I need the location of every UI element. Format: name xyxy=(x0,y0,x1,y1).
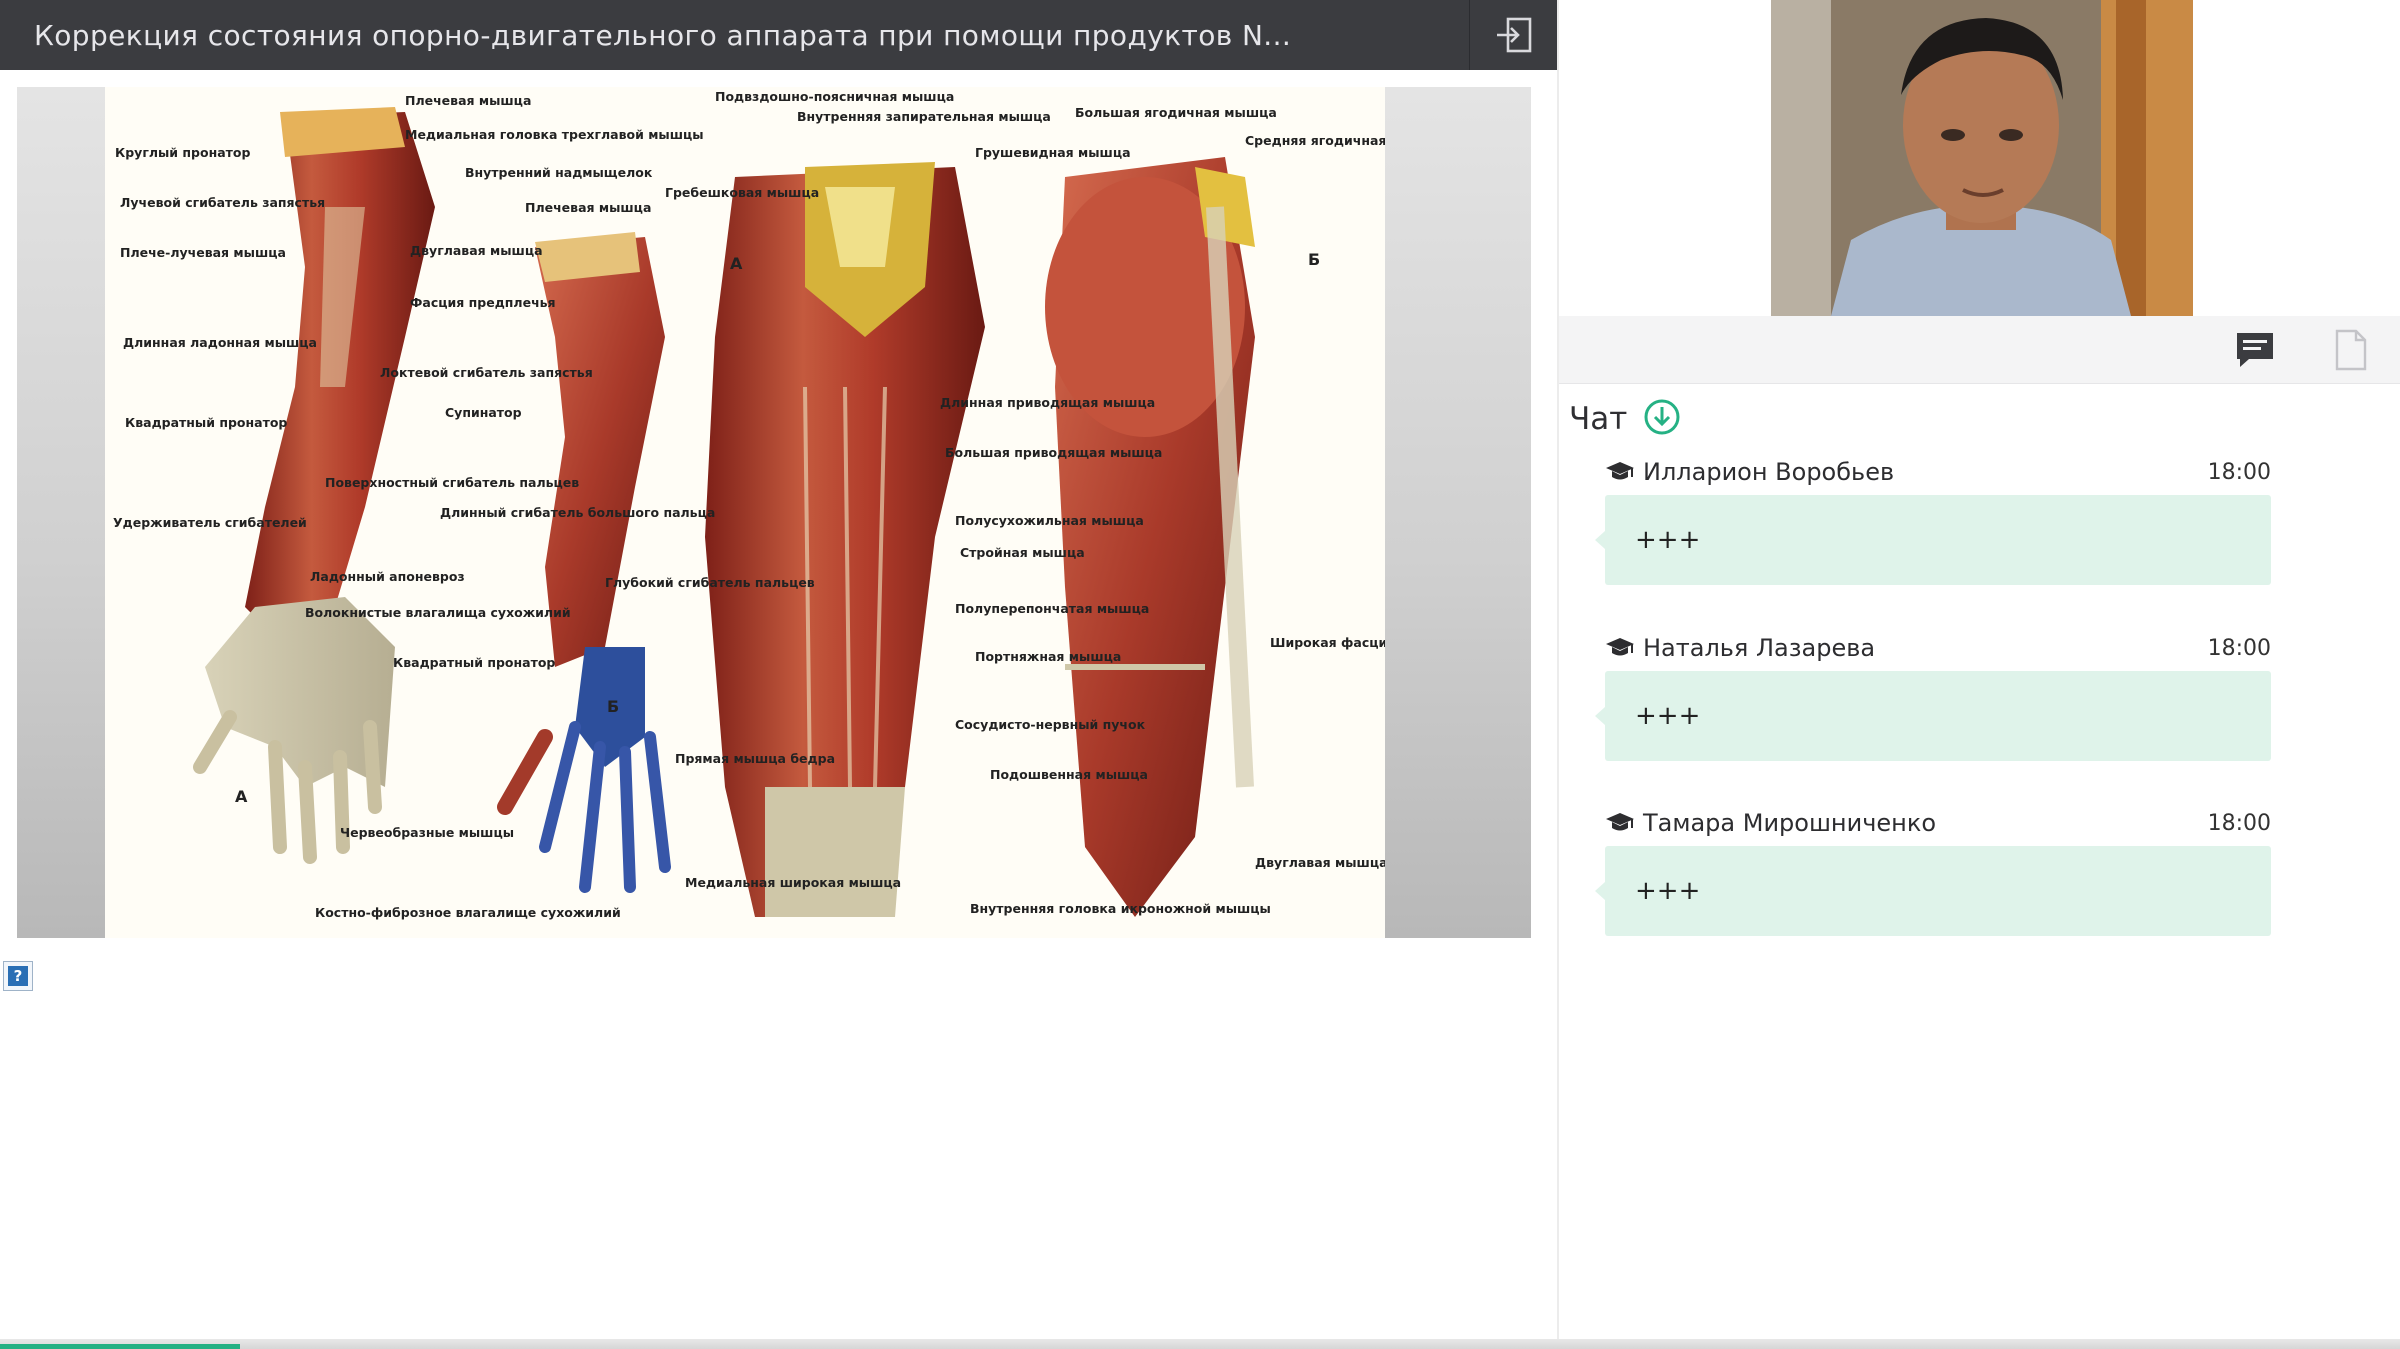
label-arm: Медиальная головка трехглавой мышцы xyxy=(405,127,704,142)
presentation-header: Коррекция состояния опорно-двигательного… xyxy=(0,0,1557,70)
label-leg: Средняя ягодичная мышца (покрыта фасцией… xyxy=(1245,133,1385,148)
graduation-cap-icon xyxy=(1606,813,1634,831)
label-arm: Волокнистые влагалища сухожилий xyxy=(305,605,571,620)
label-arm-a: А xyxy=(235,787,248,806)
label-arm: Плече-лучевая мышца xyxy=(120,245,286,260)
label-arm: Фасция предплечья xyxy=(410,295,556,310)
chat-bubble-icon xyxy=(2237,333,2273,367)
download-circle-icon xyxy=(1644,399,1680,435)
label-leg: Грушевидная мышца xyxy=(975,145,1131,160)
label-leg-a: А xyxy=(730,254,743,273)
side-panel: Чат Илларион Воробьев 18:00 +++ Наталья … xyxy=(1559,0,2400,1339)
help-icon: ? xyxy=(8,966,28,986)
panel-toolbar xyxy=(1559,316,2400,384)
slide-frame: Плечевая мышца Медиальная головка трехгл… xyxy=(17,87,1531,938)
label-arm: Плечевая мышца xyxy=(405,93,531,108)
help-button[interactable]: ? xyxy=(3,961,33,991)
label-leg: Подвздошно-поясничная мышца xyxy=(715,89,954,104)
chat-download-button[interactable] xyxy=(1643,398,1681,440)
label-arm: Костно-фиброзное влагалище сухожилий xyxy=(315,905,621,920)
label-arm: Квадратный пронатор xyxy=(393,655,555,670)
progress-bar xyxy=(0,1339,2400,1349)
label-arm: Длинный сгибатель большого пальца xyxy=(440,505,715,520)
chat-message: Илларион Воробьев 18:00 +++ xyxy=(1595,455,2271,585)
label-leg: Стройная мышца xyxy=(960,545,1085,560)
label-arm: Лучевой сгибатель запястья xyxy=(120,195,325,210)
presenter-video-frame xyxy=(1771,0,2193,316)
webcam-video xyxy=(1771,0,2193,316)
label-arm: Глубокий сгибатель пальцев xyxy=(605,575,815,590)
anatomy-illustration: Плечевая мышца Медиальная головка трехгл… xyxy=(105,87,1385,938)
label-leg-b: Б xyxy=(1308,250,1320,269)
chat-title: Чат xyxy=(1569,401,1628,437)
message-bubble: +++ xyxy=(1595,671,2271,761)
exit-button[interactable] xyxy=(1469,0,1557,70)
label-leg: Портняжная мышца xyxy=(975,649,1121,664)
message-time: 18:00 xyxy=(2207,635,2271,661)
label-leg: Медиальная широкая мышца xyxy=(685,875,901,890)
label-leg: Двуглавая мышца бедра xyxy=(1255,855,1385,870)
label-arm: Ладонный апоневроз xyxy=(310,569,465,584)
label-leg: Полусухожильная мышца xyxy=(955,513,1144,528)
document-icon xyxy=(2335,329,2367,371)
message-text: +++ xyxy=(1635,525,1701,555)
label-arm: Поверхностный сгибатель пальцев xyxy=(325,475,579,490)
message-bubble: +++ xyxy=(1595,495,2271,585)
message-author: Наталья Лазарева xyxy=(1643,634,1876,662)
message-text: +++ xyxy=(1635,701,1701,731)
label-arm: Двуглавая мышца xyxy=(410,243,543,258)
label-leg: Большая приводящая мышца xyxy=(945,445,1162,460)
slide-image: Плечевая мышца Медиальная головка трехгл… xyxy=(105,87,1385,938)
label-leg: Полуперепончатая мышца xyxy=(955,601,1149,616)
label-arm: Супинатор xyxy=(445,405,522,420)
presentation-pane: Коррекция состояния опорно-двигательного… xyxy=(0,0,1557,1349)
message-bubble: +++ xyxy=(1595,846,2271,936)
label-arm: Удерживатель сгибателей xyxy=(113,515,307,530)
graduation-cap-icon xyxy=(1606,638,1634,656)
chat-tab-button[interactable] xyxy=(2207,316,2303,384)
label-leg: Большая ягодичная мышца xyxy=(1075,105,1277,120)
label-leg: Прямая мышца бедра xyxy=(675,751,835,766)
label-arm: Червеобразные мышцы xyxy=(340,825,514,840)
graduation-cap-icon xyxy=(1606,462,1634,480)
label-leg: Подошвенная мышца xyxy=(990,767,1148,782)
presentation-title: Коррекция состояния опорно-двигательного… xyxy=(34,18,1292,52)
document-tab-button[interactable] xyxy=(2303,316,2399,384)
label-leg: Внутренняя головка икроножной мышцы xyxy=(970,901,1271,916)
message-time: 18:00 xyxy=(2207,459,2271,485)
label-arm: Внутренний надмыщелок xyxy=(465,165,653,180)
chat-message: Наталья Лазарева 18:00 +++ xyxy=(1595,631,2271,761)
label-arm: Круглый пронатор xyxy=(115,145,250,160)
label-leg: Длинная приводящая мышца xyxy=(940,395,1155,410)
label-arm: Плечевая мышца xyxy=(525,200,651,215)
chat-header: Чат xyxy=(1569,398,1681,440)
label-arm: Длинная ладонная мышца xyxy=(123,335,317,350)
label-arm: Квадратный пронатор xyxy=(125,415,287,430)
label-leg: Сосудисто-нервный пучок xyxy=(955,717,1146,732)
message-time: 18:00 xyxy=(2207,810,2271,836)
label-leg: Гребешковая мышца xyxy=(665,185,819,200)
label-arm: Локтевой сгибатель запястья xyxy=(380,365,593,380)
exit-icon xyxy=(1496,17,1531,53)
chat-message: Тамара Мирошниченко 18:00 +++ xyxy=(1595,806,2271,936)
progress-fill xyxy=(0,1344,240,1349)
label-leg: Внутренняя запирательная мышца xyxy=(797,109,1051,124)
label-leg: Широкая фасция xyxy=(1270,635,1385,650)
message-text: +++ xyxy=(1635,876,1701,906)
label-arm-b: Б xyxy=(607,697,619,716)
message-author: Илларион Воробьев xyxy=(1643,458,1895,486)
message-author: Тамара Мирошниченко xyxy=(1643,809,1937,837)
